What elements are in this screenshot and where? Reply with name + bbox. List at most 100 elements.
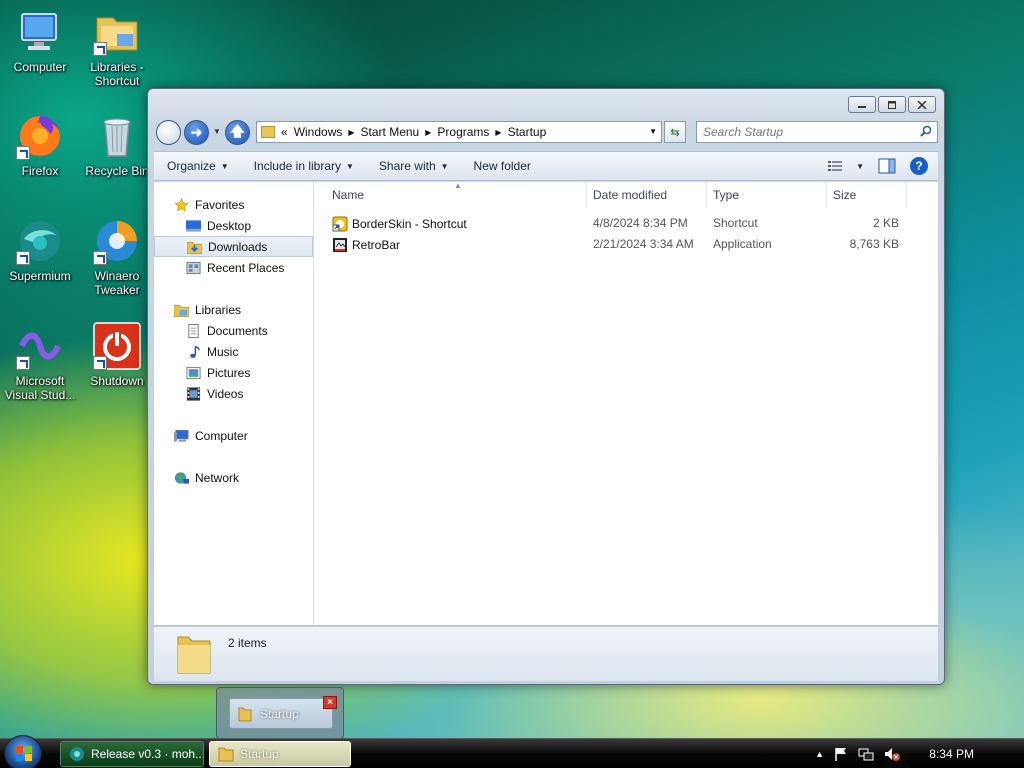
start-button[interactable] xyxy=(4,735,42,768)
taskbar-thumbnail[interactable]: Startup × xyxy=(216,687,344,739)
show-hidden-icons-icon[interactable]: ▲ xyxy=(815,749,824,759)
breadcrumb-start-menu[interactable]: Start Menu xyxy=(361,125,420,139)
desktop-icon-winaero-tweaker[interactable]: Winaero Tweaker xyxy=(77,217,157,297)
include-in-library-button[interactable]: Include in library ▼ xyxy=(241,159,366,173)
navigation-pane[interactable]: Favorites Desktop Downloads Recent Place… xyxy=(154,182,314,625)
organize-button[interactable]: Organize ▼ xyxy=(154,159,241,173)
desktop-icon-recycle-bin[interactable]: Recycle Bin xyxy=(77,112,157,178)
nav-item-pictures[interactable]: Pictures xyxy=(154,362,313,383)
nav-item-music[interactable]: Music xyxy=(154,341,313,362)
nav-item-network[interactable]: Network xyxy=(154,467,313,488)
network-status-icon[interactable] xyxy=(858,747,874,761)
up-button[interactable]: 🡅 xyxy=(225,120,250,145)
folder-icon xyxy=(238,707,252,721)
downloads-folder-icon xyxy=(187,241,202,254)
file-type: Application xyxy=(713,237,772,251)
minimize-button[interactable] xyxy=(848,96,876,113)
back-button[interactable] xyxy=(156,120,181,145)
file-name: RetroBar xyxy=(352,238,401,252)
taskbar-button-release[interactable]: Release v0.3 · moh... xyxy=(60,741,204,767)
nav-item-downloads[interactable]: Downloads xyxy=(154,236,313,257)
minimize-icon xyxy=(858,105,866,108)
chevron-right-icon[interactable]: ▶ xyxy=(348,128,354,137)
nav-label: Videos xyxy=(207,386,244,401)
nav-item-computer[interactable]: Computer xyxy=(154,425,313,446)
column-label: Size xyxy=(833,188,857,202)
column-header-date[interactable]: Date modified xyxy=(587,182,707,206)
winaero-tweaker-icon xyxy=(93,217,141,265)
nav-item-desktop[interactable]: Desktop xyxy=(154,215,313,236)
nav-label: Downloads xyxy=(208,239,268,254)
refresh-button[interactable]: ⇆ xyxy=(664,121,686,143)
shortcut-arrow-icon xyxy=(93,251,107,265)
close-icon xyxy=(917,100,927,109)
chevron-right-icon[interactable]: ▶ xyxy=(495,128,501,137)
visual-studio-icon xyxy=(16,322,64,370)
arrow-up-icon: 🡅 xyxy=(230,122,245,139)
nav-item-videos[interactable]: Videos xyxy=(154,383,313,404)
table-row[interactable]: BorderSkin - Shortcut 4/8/2024 8:34 PM S… xyxy=(314,213,938,234)
forward-button[interactable]: ➜ xyxy=(184,120,209,145)
nav-label: Recent Places xyxy=(207,260,285,275)
search-input[interactable]: Search Startup xyxy=(696,121,938,143)
taskbar-button-startup[interactable]: Startup xyxy=(209,741,351,767)
desktop-icon-shutdown[interactable]: Shutdown xyxy=(77,322,157,388)
column-label: Name xyxy=(332,188,365,202)
maximize-icon xyxy=(888,100,896,109)
file-name-cell: BorderSkin - Shortcut xyxy=(332,216,467,232)
nav-item-recent-places[interactable]: Recent Places xyxy=(154,257,313,278)
desktop-icon-libraries-shortcut[interactable]: Libraries - Shortcut xyxy=(77,8,157,88)
item-count: 2 items xyxy=(228,636,267,650)
thumbnail-preview[interactable]: Startup xyxy=(229,698,333,729)
nav-item-favorites[interactable]: Favorites xyxy=(154,194,313,215)
desktop-icon-supermium[interactable]: Supermium xyxy=(0,217,80,283)
breadcrumb-startup[interactable]: Startup xyxy=(508,125,547,139)
breadcrumb-programs[interactable]: Programs xyxy=(437,125,489,139)
nav-item-documents[interactable]: Documents xyxy=(154,320,313,341)
new-folder-button[interactable]: New folder xyxy=(461,159,543,173)
close-button[interactable] xyxy=(908,96,936,113)
system-tray: ▲ xyxy=(815,739,946,768)
desktop-icon-firefox[interactable]: Firefox xyxy=(0,112,80,178)
column-header-size[interactable]: Size xyxy=(827,182,907,206)
table-row[interactable]: RetroBar 2/21/2024 3:34 AM Application 8… xyxy=(314,234,938,255)
action-center-flag-icon[interactable] xyxy=(834,747,848,761)
file-type: Shortcut xyxy=(713,216,758,230)
desktop-icon-computer[interactable]: Computer xyxy=(0,8,80,74)
desktop-icon-visual-studio[interactable]: Microsoft Visual Stud... xyxy=(0,322,80,402)
nav-label: Computer xyxy=(195,428,248,443)
address-bar[interactable]: « Windows ▶ Start Menu ▶ Programs ▶ Star… xyxy=(256,121,662,143)
chevron-right-icon[interactable]: ▶ xyxy=(425,128,431,137)
chevron-down-icon: ▼ xyxy=(440,161,449,171)
desktop-icon xyxy=(186,219,201,232)
view-options-button[interactable]: ▼ xyxy=(828,160,864,172)
help-icon[interactable]: ? xyxy=(910,157,928,175)
thumbnail-label: Startup xyxy=(260,706,299,721)
column-header-type[interactable]: Type xyxy=(707,182,827,206)
taskbar: Release v0.3 · moh... Startup ▲ 8:34 PM xyxy=(0,735,1024,768)
nav-label: Network xyxy=(195,470,240,485)
maximize-button[interactable] xyxy=(878,96,906,113)
chevron-down-icon: ▼ xyxy=(220,161,229,171)
explorer-window[interactable]: ➜ ▼ 🡅 « Windows ▶ Start Menu ▶ Programs … xyxy=(147,88,945,685)
refresh-icon: ⇆ xyxy=(670,126,680,139)
share-with-button[interactable]: Share with ▼ xyxy=(366,159,461,173)
thumbnail-close-button[interactable]: × xyxy=(323,696,337,709)
preview-pane-icon[interactable] xyxy=(878,158,896,174)
address-dropdown-icon[interactable]: ▼ xyxy=(649,127,657,136)
desktop-icon-label: Recycle Bin xyxy=(85,164,149,178)
chevron-down-icon: ▼ xyxy=(856,161,864,171)
volume-muted-icon[interactable] xyxy=(884,747,900,761)
breadcrumb-windows[interactable]: Windows xyxy=(294,125,343,139)
column-header-name[interactable]: ▲ Name xyxy=(314,181,587,206)
nav-label: Documents xyxy=(207,323,268,338)
address-overflow[interactable]: « xyxy=(281,125,288,139)
file-list-pane[interactable]: ▲ Name Date modified Type Size BorderSki… xyxy=(314,181,938,625)
folder-icon xyxy=(218,747,234,762)
clock[interactable]: 8:34 PM xyxy=(929,747,974,761)
nav-item-libraries[interactable]: Libraries xyxy=(154,299,313,320)
sort-ascending-icon: ▲ xyxy=(454,181,462,190)
videos-icon xyxy=(186,386,201,401)
content-area: Favorites Desktop Downloads Recent Place… xyxy=(154,181,938,626)
recent-pages-dropdown[interactable]: ▼ xyxy=(213,127,221,136)
